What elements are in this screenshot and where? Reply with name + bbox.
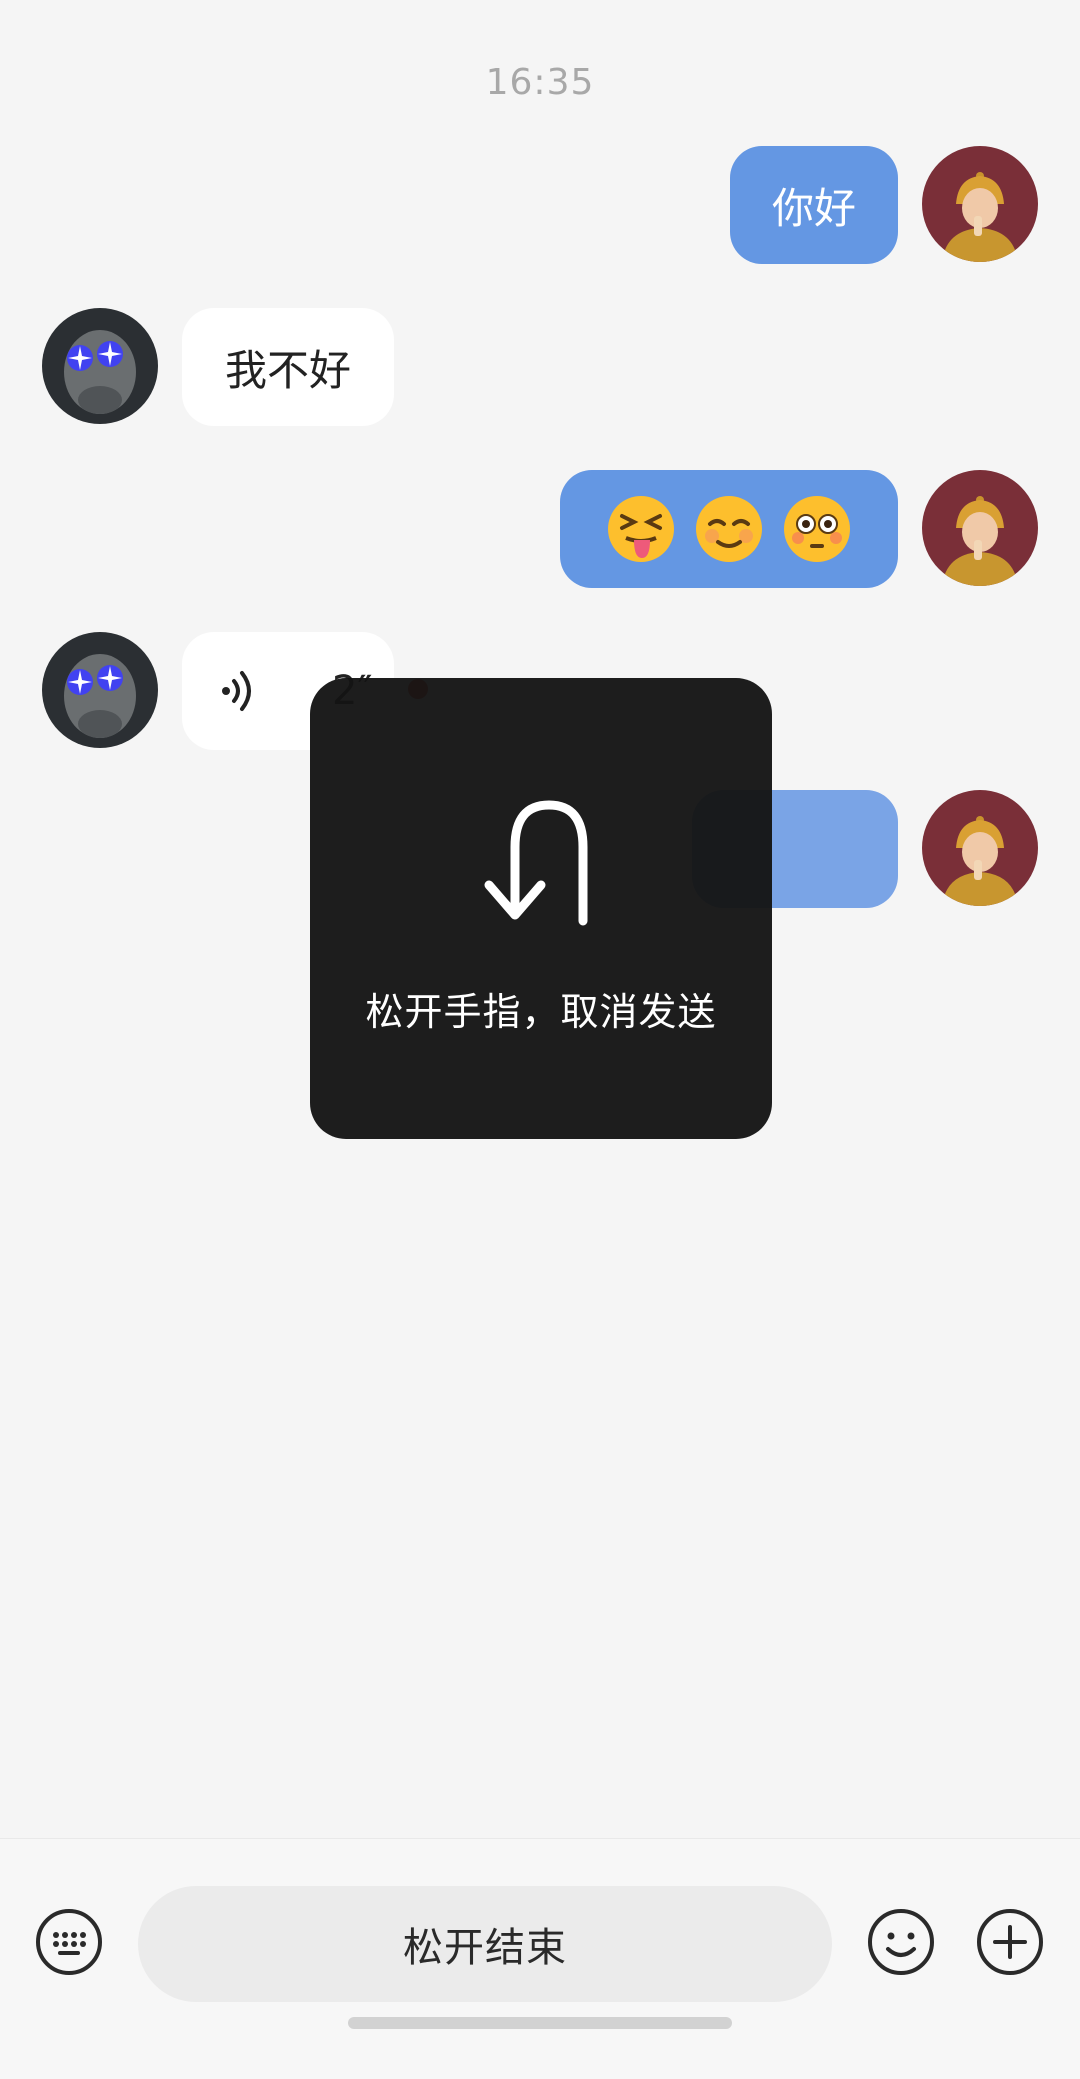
smiling-face-icon xyxy=(694,494,764,564)
input-bar: 松开结束 xyxy=(0,1838,1080,2079)
smiley-icon[interactable] xyxy=(866,1907,936,1977)
contact-avatar[interactable] xyxy=(42,632,158,748)
flushed-face-icon xyxy=(782,494,852,564)
my-emoji-bubble[interactable] xyxy=(560,470,898,588)
cancel-send-text: 松开手指，取消发送 xyxy=(365,990,717,1034)
my-message-bubble[interactable]: 你好 xyxy=(730,146,898,264)
u-turn-arrow-icon xyxy=(475,793,605,933)
message-timestamp: 16:35 xyxy=(485,62,595,103)
my-avatar[interactable] xyxy=(922,146,1038,262)
message-text: 我不好 xyxy=(224,345,351,395)
contact-avatar[interactable] xyxy=(42,308,158,424)
plus-circle-icon[interactable] xyxy=(975,1907,1045,1977)
contact-message-bubble[interactable]: 我不好 xyxy=(182,308,394,426)
chat-screen: 16:35 你好 我不好 松开手指，取消发送 松开结束 xyxy=(0,0,1080,2079)
squinting-face-with-tongue-icon xyxy=(606,494,676,564)
my-avatar[interactable] xyxy=(922,790,1038,906)
hold-to-talk-button[interactable]: 松开结束 xyxy=(138,1886,832,2002)
hold-to-talk-label: 松开结束 xyxy=(403,1925,567,1971)
voice-wave-icon xyxy=(218,668,258,714)
keyboard-icon[interactable] xyxy=(34,1907,104,1977)
home-indicator[interactable] xyxy=(348,2017,732,2029)
my-avatar[interactable] xyxy=(922,470,1038,586)
cancel-send-overlay: 松开手指，取消发送 xyxy=(310,678,772,1139)
message-text: 你好 xyxy=(771,183,856,233)
